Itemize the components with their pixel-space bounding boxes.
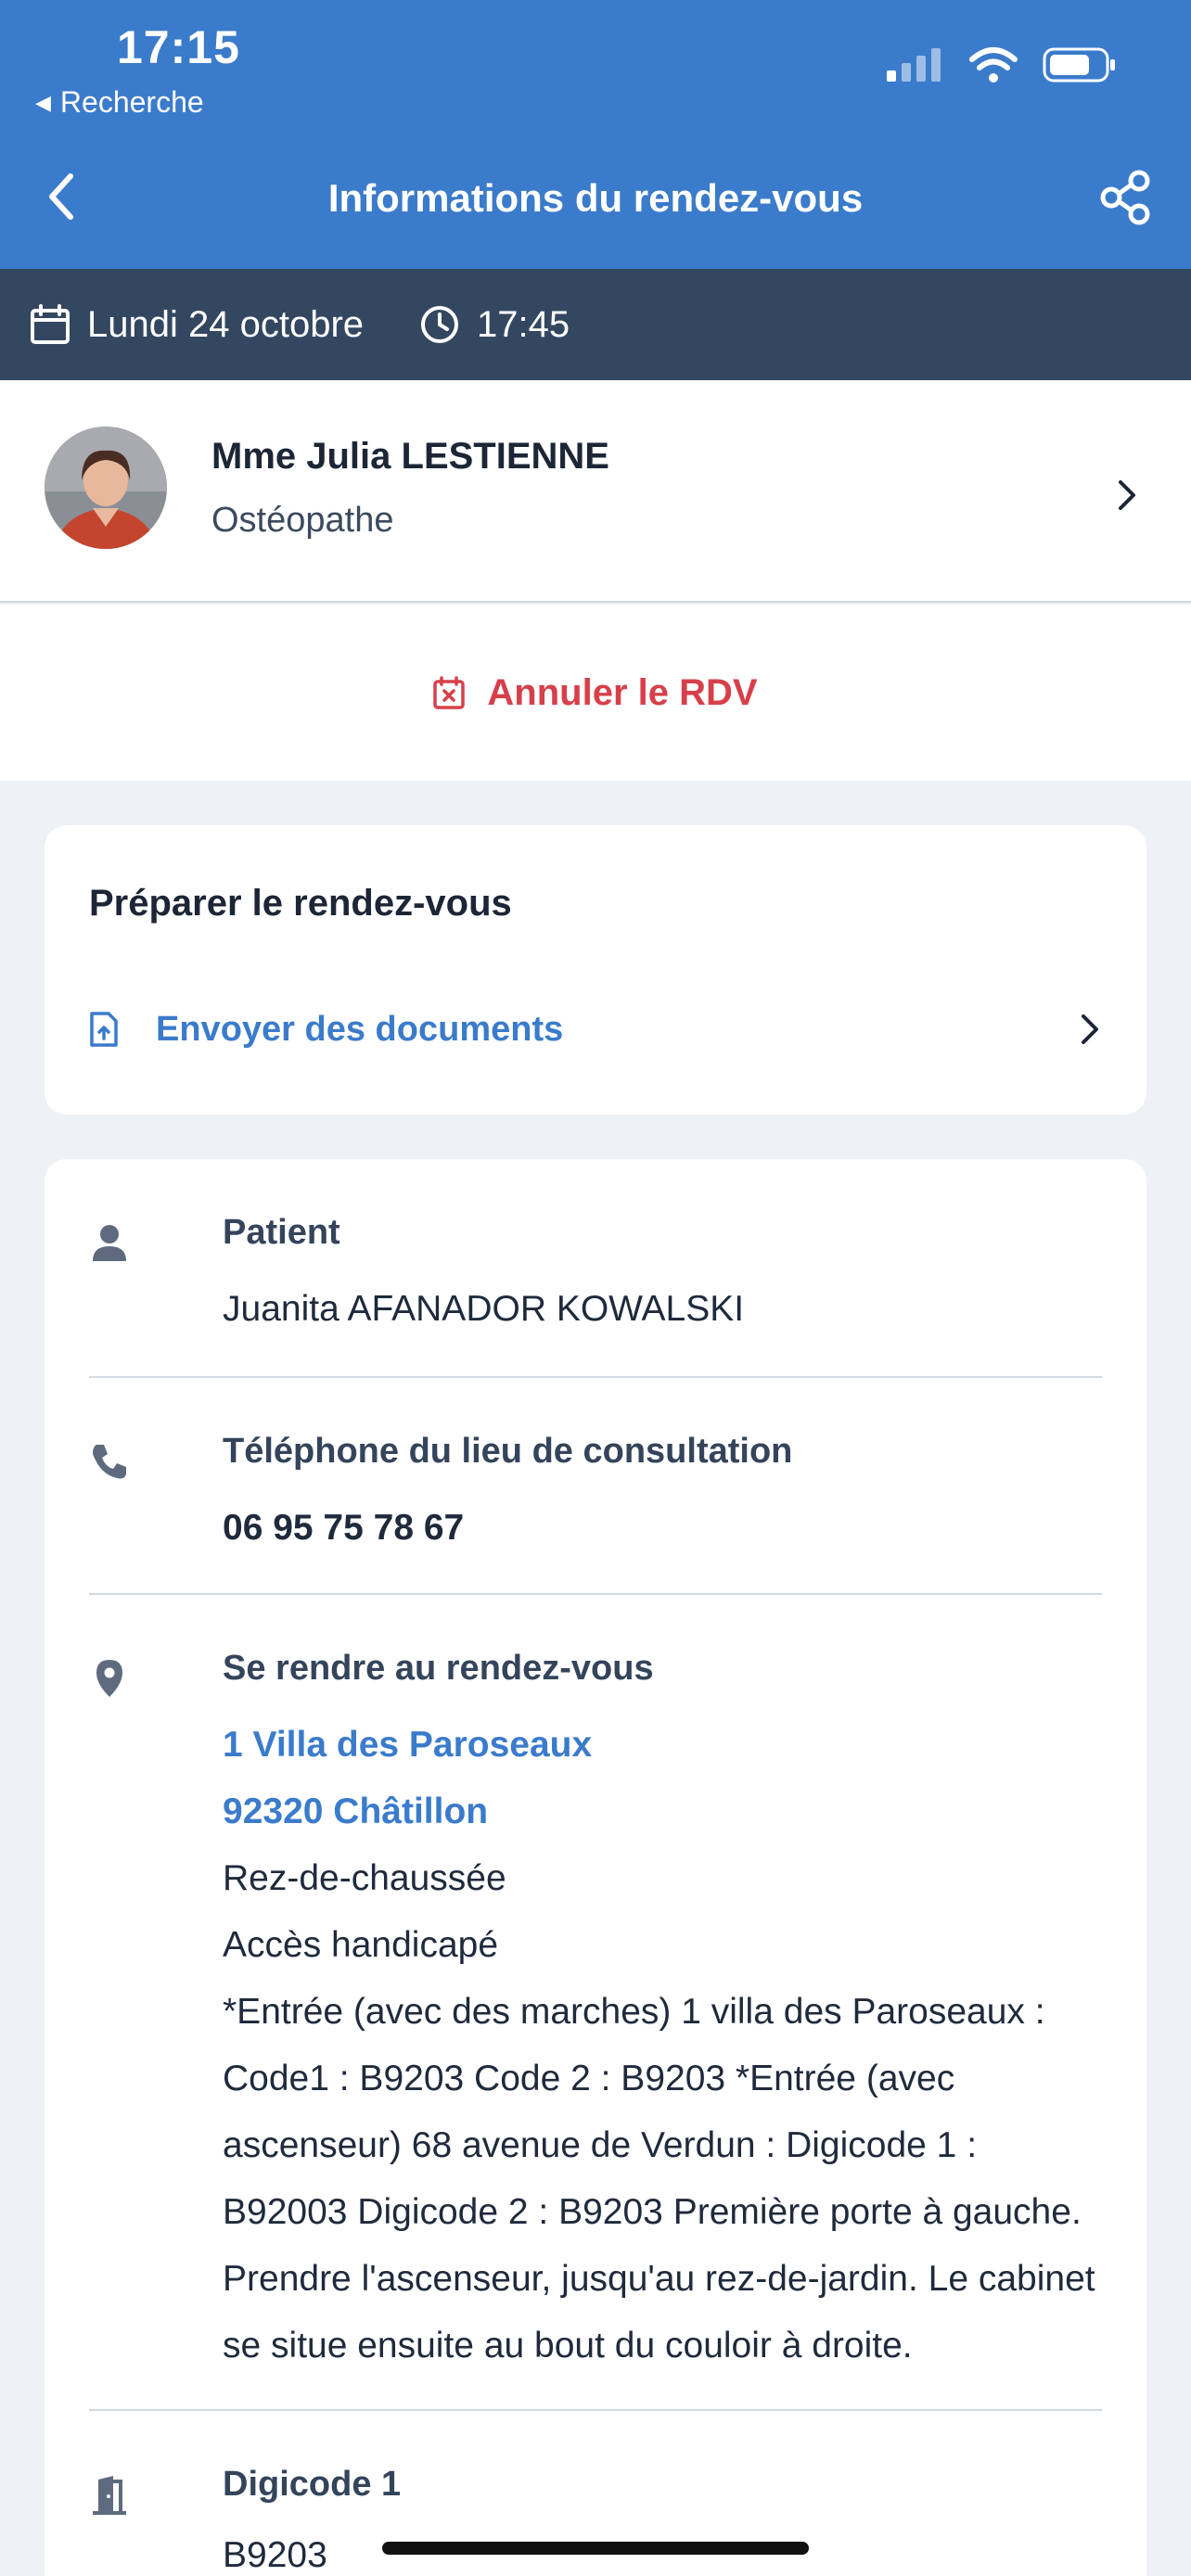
divider xyxy=(89,2409,1102,2411)
person-icon xyxy=(93,1225,126,1261)
location-title: Se rendre au rendez-vous xyxy=(223,1649,654,1688)
send-documents-label: Envoyer des documents xyxy=(156,1009,564,1049)
patient-title: Patient xyxy=(223,1213,340,1252)
clock-icon xyxy=(421,306,459,343)
page-title: Informations du rendez-vous xyxy=(327,176,864,220)
app-header: 17:15 ◀ Recherche Informations du rendez… xyxy=(0,0,1191,269)
divider xyxy=(89,1376,1102,1378)
prepare-card: Préparer le rendez-vous Envoyer des docu… xyxy=(45,825,1146,1115)
practitioner-row[interactable]: Mme Julia LESTIENNE Ostéopathe xyxy=(0,380,1191,603)
patient-section: Patient Juanita AFANADOR KOWALSKI xyxy=(89,1213,1102,1352)
back-to-app-link[interactable]: ◀ Recherche xyxy=(35,85,204,120)
chevron-right-icon xyxy=(1082,1014,1098,1044)
home-indicator[interactable] xyxy=(382,2542,809,2555)
calendar-icon xyxy=(31,304,70,344)
door-icon xyxy=(93,2476,126,2515)
divider xyxy=(89,1593,1102,1595)
location-section: Se rendre au rendez-vous 1 Villa des Par… xyxy=(89,1649,1102,2366)
location-pin-icon xyxy=(96,1660,122,1697)
floor-info: Rez-de-chaussée xyxy=(223,1858,506,1898)
send-documents-button[interactable]: Envoyer des documents xyxy=(89,992,1102,1066)
status-icons xyxy=(887,46,1117,83)
digicode-title: Digicode 1 xyxy=(223,2465,402,2504)
signal-icon xyxy=(887,48,941,82)
calendar-cancel-icon xyxy=(433,676,466,709)
avatar xyxy=(45,427,167,549)
appointment-details-card: Patient Juanita AFANADOR KOWALSKI Téléph… xyxy=(45,1159,1146,2576)
accessibility-info: Accès handicapé xyxy=(223,1925,499,1965)
phone-number-link[interactable]: 06 95 75 78 67 xyxy=(223,1495,1102,1562)
appointment-datetime-bar: Lundi 24 octobre 17:45 xyxy=(0,269,1191,380)
prepare-title: Préparer le rendez-vous xyxy=(89,883,512,924)
upload-document-icon xyxy=(90,1012,118,1047)
location-details: 1 Villa des Paroseaux 92320 Châtillon Re… xyxy=(223,1712,1102,2379)
phone-title: Téléphone du lieu de consultation xyxy=(223,1432,793,1471)
address-line1-link[interactable]: 1 Villa des Paroseaux xyxy=(223,1712,1102,1779)
address-line2-link[interactable]: 92320 Châtillon xyxy=(223,1779,1102,1845)
cancel-label: Annuler le RDV xyxy=(487,671,758,713)
wifi-icon xyxy=(969,47,1018,83)
patient-name: Juanita AFANADOR KOWALSKI xyxy=(223,1289,745,1329)
appointment-date: Lundi 24 octobre xyxy=(87,303,365,345)
back-triangle-icon: ◀ xyxy=(35,90,51,114)
share-icon[interactable] xyxy=(1098,170,1154,225)
back-app-label: Recherche xyxy=(59,85,204,119)
practitioner-name: Mme Julia LESTIENNE xyxy=(211,436,609,477)
phone-section: Téléphone du lieu de consultation 06 95 … xyxy=(89,1432,1102,1571)
directions-text: *Entrée (avec des marches) 1 villa des P… xyxy=(223,1992,1095,2366)
phone-icon xyxy=(93,1445,126,1479)
appointment-time: 17:45 xyxy=(477,303,570,345)
battery-icon xyxy=(1043,47,1115,83)
digicode-section: Digicode 1 B9203 xyxy=(89,2465,1102,2576)
cancel-appointment-button[interactable]: Annuler le RDV xyxy=(0,605,1191,781)
practitioner-specialty: Ostéopathe xyxy=(211,501,394,540)
chevron-right-icon xyxy=(1119,480,1135,510)
status-time: 17:15 xyxy=(117,21,240,73)
